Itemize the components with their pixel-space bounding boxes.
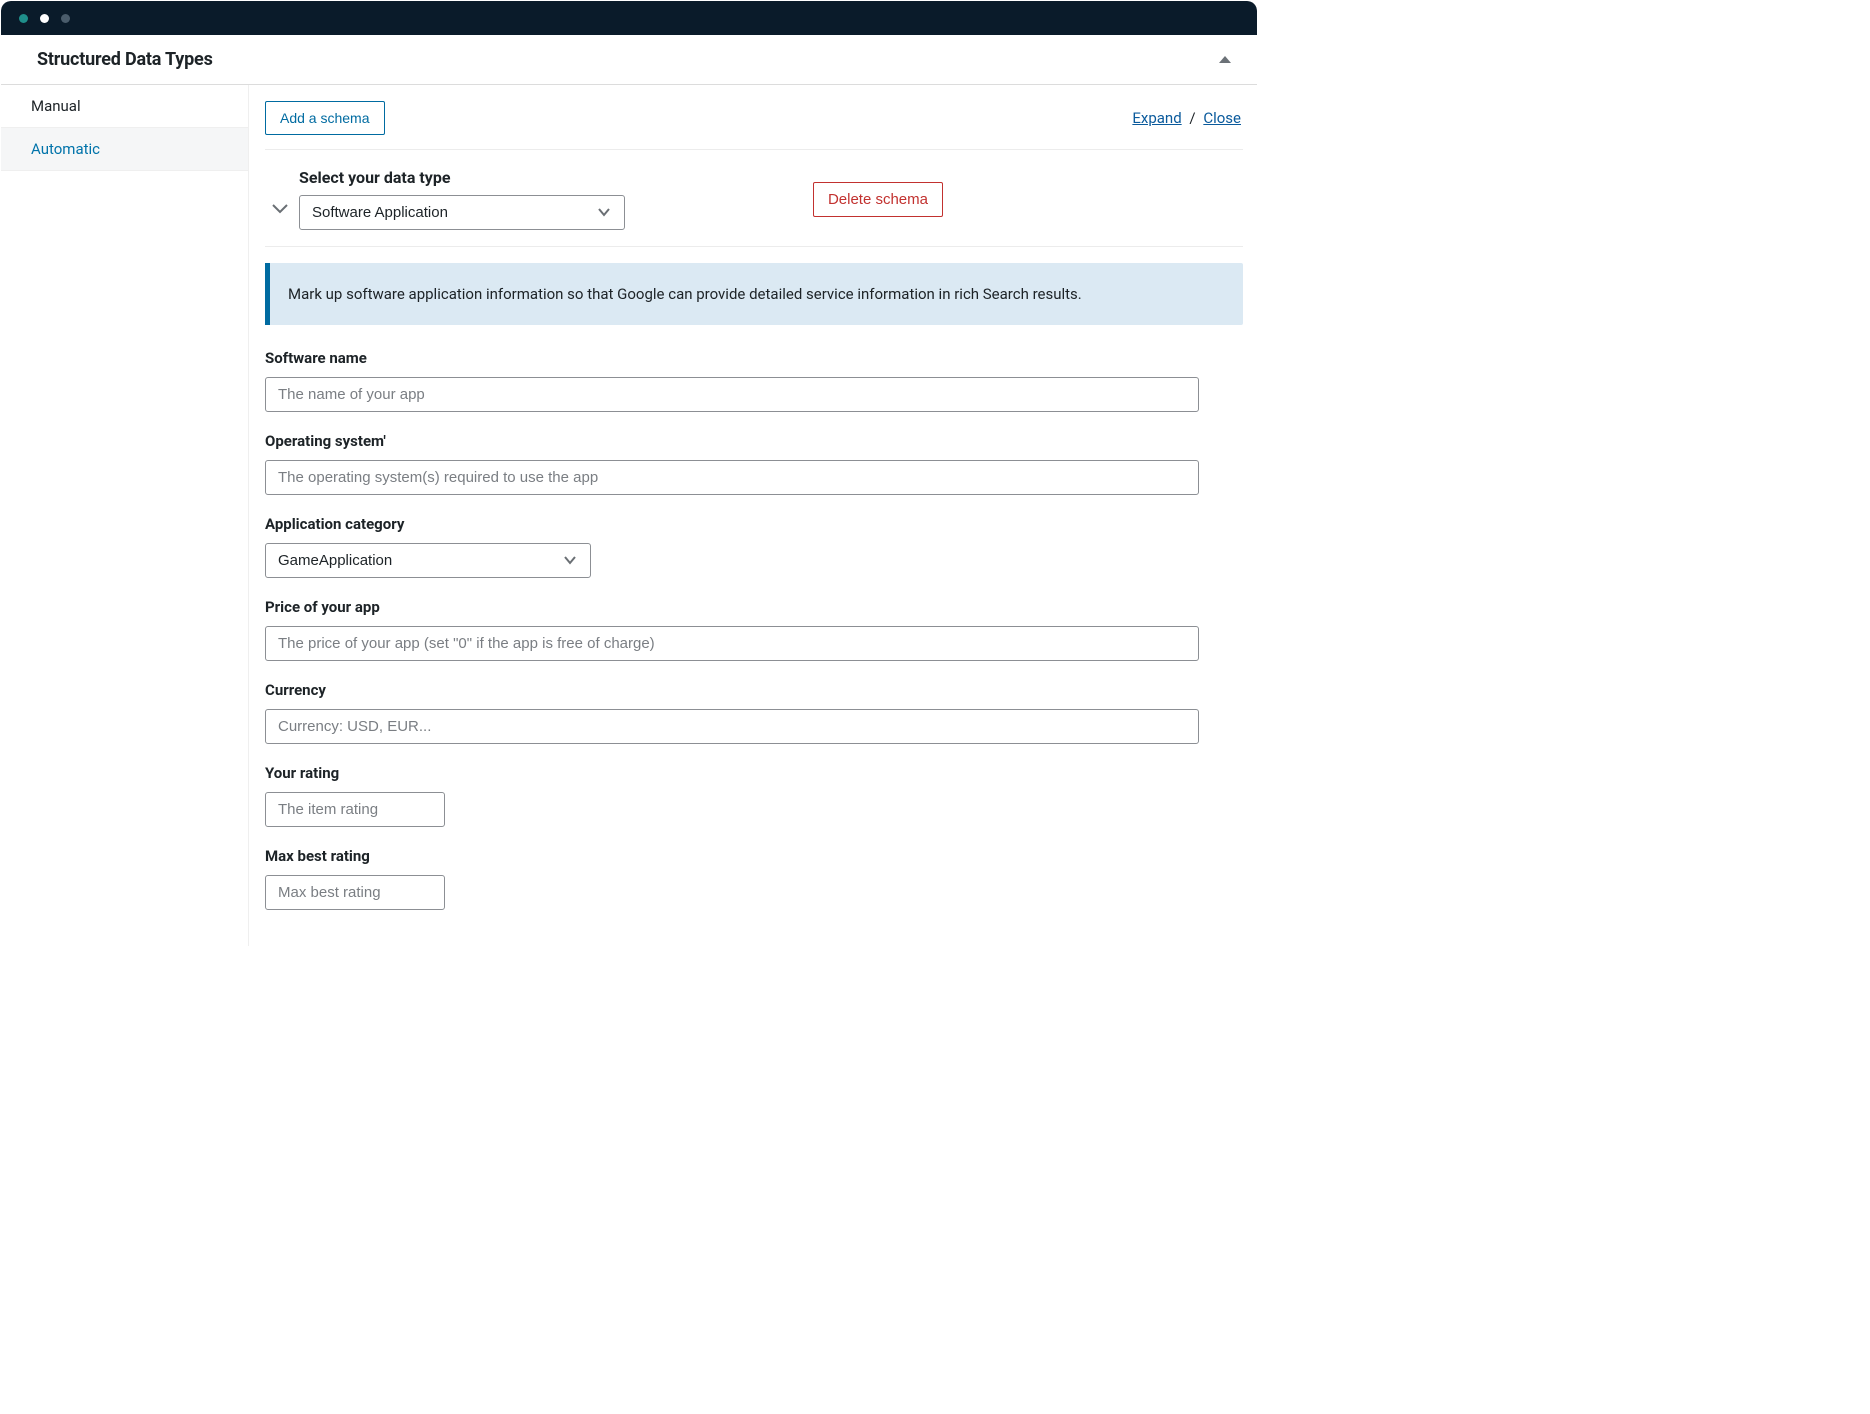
sidebar-item-manual[interactable]: Manual [1,85,248,128]
field-your-rating: Your rating [265,764,1243,827]
field-currency: Currency [265,681,1243,744]
window-dot-grey [61,14,70,23]
close-link[interactable]: Close [1203,109,1241,127]
field-software-name: Software name [265,349,1243,412]
window-dot-white [40,14,49,23]
field-label: Operating system' [265,432,1243,450]
toolbar: Add a schema Expand / Close [265,95,1243,150]
application-category-select[interactable]: GameApplication [265,543,591,578]
data-type-select-wrap: Software Application [299,195,625,230]
separator: / [1189,109,1195,127]
window-titlebar [1,1,1257,35]
section-title: Structured Data Types [37,49,213,70]
operating-system-input[interactable] [265,460,1199,495]
chevron-down-icon[interactable] [271,202,289,218]
field-price: Price of your app [265,598,1243,661]
section-header: Structured Data Types [1,35,1257,85]
window-dot-green [19,14,28,23]
field-label: Currency [265,681,1243,699]
max-best-rating-input[interactable] [265,875,445,910]
your-rating-input[interactable] [265,792,445,827]
info-text: Mark up software application information… [288,285,1082,303]
sidebar-item-label: Automatic [31,140,100,158]
app-window: Structured Data Types Manual Automatic A… [0,0,1258,960]
sidebar-item-automatic[interactable]: Automatic [1,128,248,171]
field-application-category: Application category GameApplication [265,515,1243,578]
field-label: Max best rating [265,847,1243,865]
field-label: Application category [265,515,1243,533]
info-callout: Mark up software application information… [265,263,1243,325]
expand-link[interactable]: Expand [1132,109,1181,127]
collapse-up-icon[interactable] [1219,56,1231,63]
application-category-select-wrap: GameApplication [265,543,591,578]
body-layout: Manual Automatic Add a schema Expand / C… [1,85,1257,946]
currency-input[interactable] [265,709,1199,744]
field-max-best-rating: Max best rating [265,847,1243,910]
schema-item: Select your data type Software Applicati… [265,160,1243,910]
data-type-block: Select your data type Software Applicati… [299,168,625,230]
expand-close-controls: Expand / Close [1132,109,1241,127]
sidebar: Manual Automatic [1,85,249,946]
field-label: Your rating [265,764,1243,782]
field-label: Software name [265,349,1243,367]
software-name-input[interactable] [265,377,1199,412]
add-schema-button[interactable]: Add a schema [265,101,385,135]
field-operating-system: Operating system' [265,432,1243,495]
main-panel: Add a schema Expand / Close Select your … [249,85,1257,946]
price-input[interactable] [265,626,1199,661]
schema-header-row: Select your data type Software Applicati… [265,160,1243,247]
field-label: Price of your app [265,598,1243,616]
sidebar-item-label: Manual [31,97,81,115]
data-type-select[interactable]: Software Application [299,195,625,230]
data-type-label: Select your data type [299,168,625,187]
delete-schema-button[interactable]: Delete schema [813,182,943,217]
